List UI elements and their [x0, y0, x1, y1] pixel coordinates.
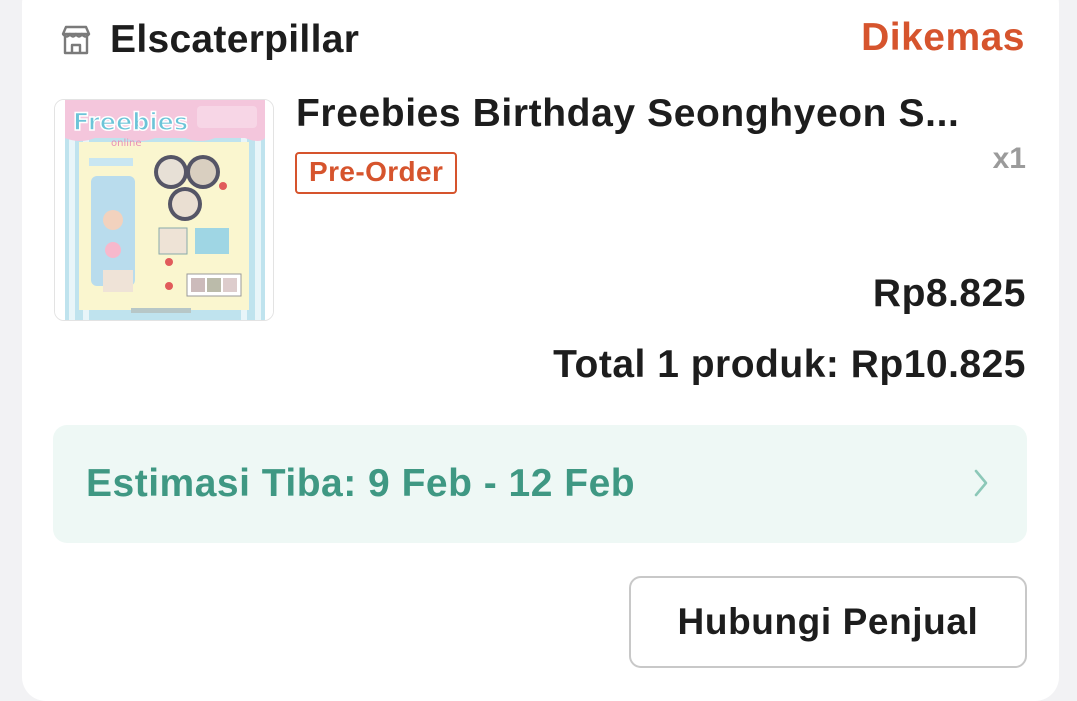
product-title[interactable]: Freebies Birthday Seonghyeon S...: [296, 92, 1026, 136]
product-price: Rp8.825: [872, 272, 1026, 315]
shop-name: Elscaterpillar: [110, 18, 360, 61]
pre-order-badge: Pre-Order: [295, 152, 458, 194]
product-quantity: x1: [992, 142, 1026, 175]
chevron-right-icon: [973, 468, 989, 498]
estimated-arrival-text: Estimasi Tiba: 9 Feb - 12 Feb: [86, 462, 636, 505]
order-status: Dikemas: [861, 16, 1025, 59]
contact-seller-button[interactable]: Hubungi Penjual: [629, 576, 1027, 668]
store-icon: [58, 22, 94, 58]
total-amount: Rp10.825: [850, 343, 1026, 386]
product-thumbnail[interactable]: Freebies online: [54, 99, 274, 321]
thumbnail-subheading: online: [111, 138, 142, 149]
thumbnail-heading: Freebies: [73, 108, 188, 136]
estimated-arrival-row[interactable]: Estimasi Tiba: 9 Feb - 12 Feb: [53, 425, 1027, 543]
order-total: Total 1 produk: Rp10.825: [553, 343, 1026, 387]
total-label: Total 1 produk:: [553, 343, 851, 386]
shop-header[interactable]: Elscaterpillar: [58, 16, 359, 64]
